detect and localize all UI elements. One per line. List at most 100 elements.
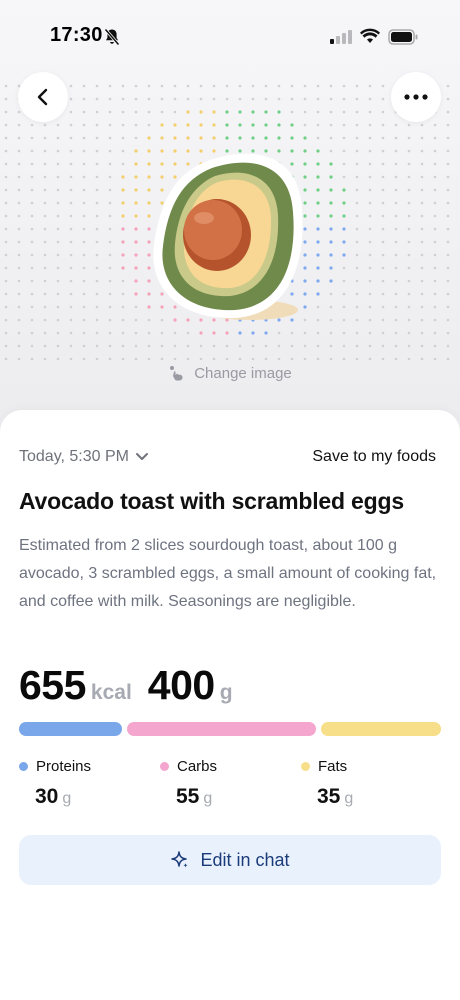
background-dot — [264, 97, 268, 101]
background-dot — [290, 344, 294, 348]
background-dot — [329, 240, 333, 244]
background-dot — [433, 149, 437, 153]
background-dot — [4, 279, 8, 283]
edit-in-chat-button[interactable]: Edit in chat — [19, 835, 441, 885]
change-image-button[interactable]: Change image — [0, 364, 460, 382]
background-dot — [264, 110, 268, 114]
fats-label: Fats — [318, 758, 348, 775]
background-dot — [95, 214, 99, 218]
background-dot — [355, 344, 359, 348]
background-dot — [121, 97, 125, 101]
background-dot — [4, 331, 8, 335]
background-dot — [394, 149, 398, 153]
background-dot — [30, 318, 34, 322]
cellular-signal-icon — [330, 30, 352, 44]
background-dot — [407, 123, 411, 127]
background-dot — [199, 110, 203, 114]
background-dot — [95, 149, 99, 153]
background-dot — [56, 162, 60, 166]
background-dot — [394, 214, 398, 218]
background-dot — [43, 266, 47, 270]
background-dot — [225, 357, 229, 360]
background-dot — [108, 266, 112, 270]
background-dot — [420, 331, 424, 335]
background-dot — [95, 266, 99, 270]
background-dot — [407, 279, 411, 283]
background-dot — [355, 214, 359, 218]
background-dot — [30, 188, 34, 192]
background-dot — [355, 227, 359, 231]
background-dot — [30, 292, 34, 296]
background-dot — [212, 84, 216, 88]
background-dot — [303, 344, 307, 348]
background-dot — [329, 123, 333, 127]
background-dot — [407, 188, 411, 192]
background-dot — [212, 110, 216, 114]
background-dot — [407, 149, 411, 153]
background-dot — [446, 214, 450, 218]
background-dot — [342, 175, 346, 179]
background-dot — [82, 253, 86, 257]
background-dot — [43, 175, 47, 179]
background-dot — [69, 188, 73, 192]
background-dot — [43, 305, 47, 309]
background-dot — [342, 292, 346, 296]
background-dot — [329, 188, 333, 192]
background-dot — [303, 84, 307, 88]
background-dot — [446, 227, 450, 231]
background-dot — [407, 318, 411, 322]
background-dot — [407, 240, 411, 244]
background-dot — [134, 214, 138, 218]
background-dot — [355, 110, 359, 114]
more-options-button[interactable] — [391, 72, 441, 122]
background-dot — [342, 344, 346, 348]
background-dot — [95, 97, 99, 101]
background-dot — [420, 253, 424, 257]
background-dot — [69, 331, 73, 335]
background-dot — [433, 357, 437, 360]
background-dot — [420, 305, 424, 309]
background-dot — [420, 162, 424, 166]
background-dot — [186, 84, 190, 88]
background-dot — [381, 136, 385, 140]
background-dot — [108, 279, 112, 283]
background-dot — [420, 266, 424, 270]
background-dot — [69, 227, 73, 231]
background-dot — [199, 123, 203, 127]
background-dot — [134, 110, 138, 114]
background-dot — [264, 123, 268, 127]
background-dot — [43, 188, 47, 192]
background-dot — [160, 97, 164, 101]
background-dot — [446, 318, 450, 322]
background-dot — [446, 292, 450, 296]
macros-breakdown: Proteins 30 g Carbs 55 g Fats 35 g — [19, 758, 441, 818]
background-dot — [43, 149, 47, 153]
carbs-unit: g — [203, 790, 213, 807]
background-dot — [121, 240, 125, 244]
background-dot — [368, 292, 372, 296]
background-dot — [368, 84, 372, 88]
background-dot — [355, 305, 359, 309]
background-dot — [43, 357, 47, 360]
date-selector[interactable]: Today, 5:30 PM — [19, 448, 149, 466]
background-dot — [238, 344, 242, 348]
background-dot — [368, 279, 372, 283]
back-button[interactable] — [18, 72, 68, 122]
background-dot — [420, 201, 424, 205]
background-dot — [394, 227, 398, 231]
background-dot — [30, 227, 34, 231]
save-to-my-foods-button[interactable]: Save to my foods — [312, 448, 436, 466]
background-dot — [173, 357, 177, 360]
background-dot — [446, 97, 450, 101]
background-dot — [329, 357, 333, 360]
background-dot — [355, 149, 359, 153]
background-dot — [407, 266, 411, 270]
background-dot — [251, 123, 255, 127]
meal-details-sheet: Today, 5:30 PM Save to my foods Avocado … — [0, 410, 460, 1000]
background-dot — [30, 266, 34, 270]
background-dot — [225, 123, 229, 127]
background-dot — [134, 240, 138, 244]
background-dot — [381, 240, 385, 244]
background-dot — [56, 214, 60, 218]
background-dot — [108, 357, 112, 360]
